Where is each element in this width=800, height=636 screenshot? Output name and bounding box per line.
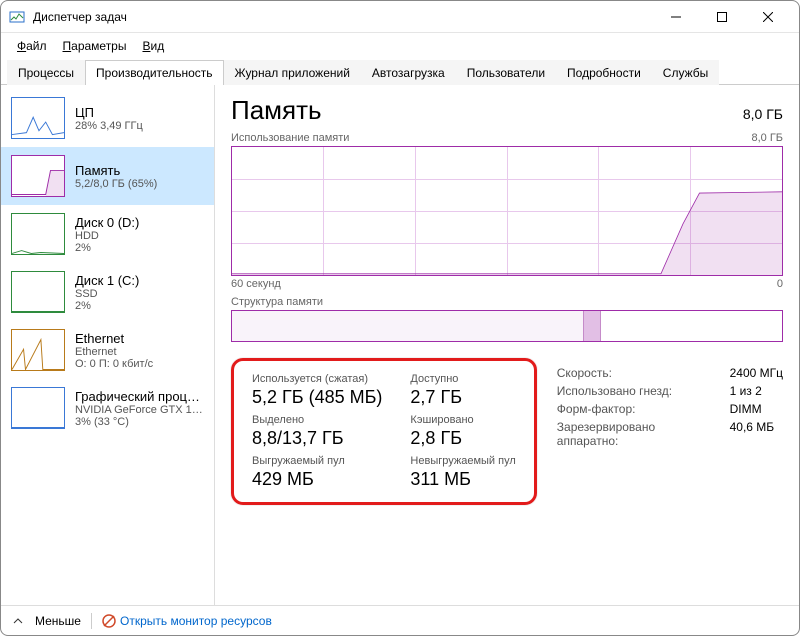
fewer-details-button[interactable]: Меньше (35, 614, 81, 628)
sidebar-item-cpu[interactable]: ЦП 28% 3,49 ГГц (1, 89, 214, 147)
disk0-label: Диск 0 (D:) (75, 215, 204, 230)
hw-key: Зарезервировано аппаратно: (557, 420, 718, 448)
tab-bar: Процессы Производительность Журнал прило… (1, 59, 799, 85)
content-area: ЦП 28% 3,49 ГГц Память 5,2/8,0 ГБ (65%) (1, 85, 799, 605)
resource-monitor-label: Открыть монитор ресурсов (120, 614, 272, 628)
ethernet-label: Ethernet (75, 331, 204, 346)
gpu-thumbnail (11, 387, 65, 429)
ethernet-thumbnail (11, 329, 65, 371)
window-title: Диспетчер задач (33, 10, 653, 24)
committed-label: Выделено (252, 414, 382, 426)
memory-thumbnail (11, 155, 65, 197)
slots-key: Использовано гнезд: (557, 384, 718, 398)
chart-x-right: 0 (777, 278, 783, 290)
disk0-thumbnail (11, 213, 65, 255)
maximize-button[interactable] (699, 1, 745, 33)
menubar: Файл Параметры Вид (1, 33, 799, 59)
menu-file[interactable]: Файл (9, 35, 55, 57)
memory-label: Память (75, 163, 204, 178)
ethernet-sub1: Ethernet (75, 346, 204, 358)
disk1-thumbnail (11, 271, 65, 313)
menu-view[interactable]: Вид (134, 35, 172, 57)
total-memory: 8,0 ГБ (743, 106, 783, 122)
slots-value: 1 из 2 (730, 384, 783, 398)
main-panel: Память 8,0 ГБ Использование памяти 8,0 Г… (215, 85, 799, 605)
tab-users[interactable]: Пользователи (456, 60, 556, 85)
committed-value: 8,8/13,7 ГБ (252, 428, 382, 449)
nonpaged-value: 311 МБ (410, 469, 515, 490)
available-value: 2,7 ГБ (410, 387, 515, 408)
gpu-sub1: NVIDIA GeForce GTX 1050 (75, 404, 204, 416)
disk1-label: Диск 1 (C:) (75, 273, 204, 288)
resource-monitor-icon (102, 614, 116, 628)
sidebar: ЦП 28% 3,49 ГГц Память 5,2/8,0 ГБ (65%) (1, 85, 215, 605)
disk0-sub1: HDD (75, 230, 204, 242)
gpu-sub2: 3% (33 °C) (75, 416, 204, 428)
open-resource-monitor-link[interactable]: Открыть монитор ресурсов (102, 614, 272, 628)
usage-label: Использование памяти (231, 132, 349, 144)
footer: Меньше Открыть монитор ресурсов (1, 605, 799, 635)
in-use-value: 5,2 ГБ (485 МБ) (252, 387, 382, 408)
disk1-sub2: 2% (75, 300, 204, 312)
tab-processes[interactable]: Процессы (7, 60, 85, 85)
disk0-sub2: 2% (75, 242, 204, 254)
tab-performance[interactable]: Производительность (85, 60, 223, 85)
sidebar-item-gpu[interactable]: Графический процессор 0 NVIDIA GeForce G… (1, 379, 214, 437)
gpu-label: Графический процессор 0 (75, 389, 204, 404)
minimize-button[interactable] (653, 1, 699, 33)
memory-usage-chart (231, 146, 783, 276)
sidebar-item-disk1[interactable]: Диск 1 (C:) SSD 2% (1, 263, 214, 321)
sidebar-item-memory[interactable]: Память 5,2/8,0 ГБ (65%) (1, 147, 214, 205)
tab-app-history[interactable]: Журнал приложений (224, 60, 361, 85)
memory-stats-highlight: Используется (сжатая) 5,2 ГБ (485 МБ) До… (231, 358, 537, 505)
ethernet-sub2: О: 0 П: 0 кбит/с (75, 358, 204, 370)
titlebar: Диспетчер задач (1, 1, 799, 33)
available-label: Доступно (410, 373, 515, 385)
paged-value: 429 МБ (252, 469, 382, 490)
form-key: Форм-фактор: (557, 402, 718, 416)
sidebar-item-ethernet[interactable]: Ethernet Ethernet О: 0 П: 0 кбит/с (1, 321, 214, 379)
in-use-label: Используется (сжатая) (252, 373, 382, 385)
chart-x-left: 60 секунд (231, 278, 281, 290)
close-button[interactable] (745, 1, 791, 33)
app-icon (9, 9, 25, 25)
sidebar-item-disk0[interactable]: Диск 0 (D:) HDD 2% (1, 205, 214, 263)
tab-startup[interactable]: Автозагрузка (361, 60, 456, 85)
tab-services[interactable]: Службы (652, 60, 719, 85)
composition-label: Структура памяти (231, 296, 783, 308)
form-value: DIMM (730, 402, 783, 416)
usage-max: 8,0 ГБ (751, 132, 783, 144)
disk1-sub1: SSD (75, 288, 204, 300)
cached-label: Кэшировано (410, 414, 515, 426)
cpu-label: ЦП (75, 105, 204, 120)
cpu-sub: 28% 3,49 ГГц (75, 120, 204, 132)
window-controls (653, 1, 791, 33)
memory-sub: 5,2/8,0 ГБ (65%) (75, 178, 204, 190)
paged-label: Выгружаемый пул (252, 455, 382, 467)
cached-value: 2,8 ГБ (410, 428, 515, 449)
speed-value: 2400 МГц (730, 366, 783, 380)
chevron-up-icon[interactable] (11, 616, 25, 626)
speed-key: Скорость: (557, 366, 718, 380)
nonpaged-label: Невыгружаемый пул (410, 455, 515, 467)
page-title: Память (231, 95, 322, 126)
tab-details[interactable]: Подробности (556, 60, 652, 85)
cpu-thumbnail (11, 97, 65, 139)
task-manager-window: Диспетчер задач Файл Параметры Вид Проце… (0, 0, 800, 636)
menu-options[interactable]: Параметры (55, 35, 135, 57)
hw-value: 40,6 МБ (730, 420, 783, 448)
memory-composition-bar (231, 310, 783, 342)
divider (91, 613, 92, 629)
system-info: Скорость: 2400 МГц Использовано гнезд: 1… (557, 358, 783, 505)
